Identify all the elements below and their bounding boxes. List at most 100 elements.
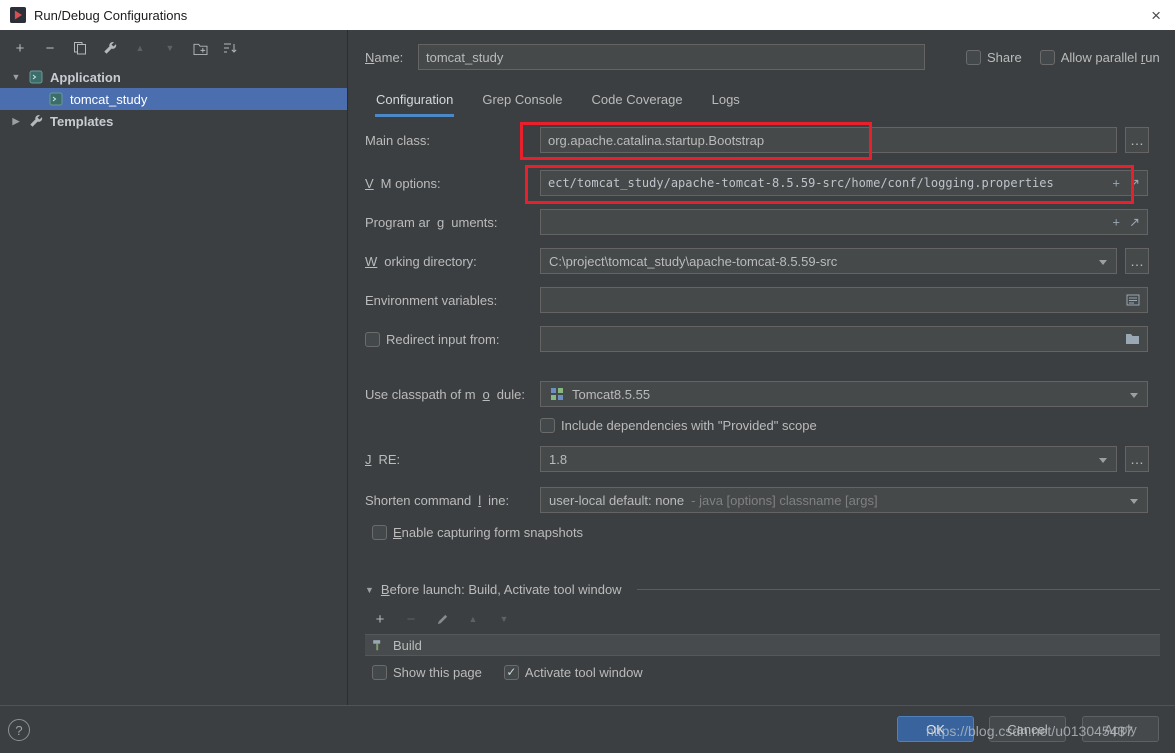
- name-label: Name:: [365, 50, 418, 65]
- folder-icon[interactable]: [1125, 333, 1140, 345]
- collapse-open-icon[interactable]: ▼: [365, 585, 374, 595]
- redirect-input-input[interactable]: [540, 326, 1148, 352]
- tree-item-label: Application: [50, 70, 121, 85]
- vm-options-expand-icon[interactable]: ↗: [1129, 177, 1140, 190]
- checkbox-box: ✓: [504, 665, 519, 680]
- redirect-input-checkbox[interactable]: Redirect input from:: [365, 332, 499, 347]
- dialog-footer: ? OK Cancel Apply: [0, 705, 1175, 753]
- allow-parallel-run-checkbox[interactable]: Allow parallel run: [1040, 50, 1160, 65]
- copy-configuration-icon[interactable]: [72, 40, 88, 56]
- share-checkbox[interactable]: Share: [966, 50, 1022, 65]
- program-arguments-add-icon[interactable]: +: [1112, 216, 1120, 229]
- apply-button[interactable]: Apply: [1082, 716, 1159, 742]
- add-configuration-icon[interactable]: +: [12, 40, 28, 56]
- titlebar: Run/Debug Configurations ×: [0, 0, 1175, 30]
- environment-variables-input[interactable]: [540, 287, 1148, 313]
- include-provided-row: Include dependencies with "Provided" sco…: [365, 415, 817, 435]
- shorten-command-line-value: user-local default: none: [549, 493, 684, 508]
- environment-variables-browse-icon[interactable]: [1126, 294, 1140, 306]
- checkbox-box: [1040, 50, 1055, 65]
- before-launch-task-build[interactable]: Build: [365, 634, 1160, 656]
- dropdown-arrow-icon[interactable]: [1130, 499, 1138, 504]
- dialog-icon: [10, 7, 26, 23]
- sidebar-toolbar: + − ▲ ▼: [0, 30, 347, 66]
- capture-snapshots-checkbox[interactable]: Enable capturing form snapshots: [372, 525, 583, 540]
- tab-configuration[interactable]: Configuration: [375, 86, 454, 117]
- move-task-down-icon[interactable]: ▼: [496, 611, 512, 627]
- tree-closed-icon[interactable]: ▶: [10, 116, 22, 127]
- tab-code-coverage[interactable]: Code Coverage: [591, 86, 684, 117]
- main-class-browse-button[interactable]: …: [1125, 127, 1149, 153]
- jre-combo[interactable]: 1.8: [540, 446, 1117, 472]
- jre-browse-button[interactable]: …: [1125, 446, 1149, 472]
- program-arguments-expand-icon[interactable]: ↗: [1129, 216, 1140, 229]
- working-directory-row: Working directory: C:\project\tomcat_stu…: [365, 248, 1149, 274]
- section-divider: [637, 589, 1160, 590]
- sidebar-item-templates[interactable]: ▶ Templates: [0, 110, 347, 132]
- help-icon[interactable]: ?: [8, 719, 30, 741]
- vm-options-input[interactable]: [540, 170, 1148, 196]
- activate-tool-window-checkbox[interactable]: ✓ Activate tool window: [504, 665, 643, 680]
- main-class-label: Main class:: [365, 133, 540, 148]
- sidebar-item-tomcat-study[interactable]: tomcat_study: [0, 88, 347, 110]
- vm-options-add-icon[interactable]: +: [1112, 177, 1120, 190]
- remove-configuration-icon[interactable]: −: [42, 40, 58, 56]
- build-task-label: Build: [393, 638, 422, 653]
- shorten-command-line-label: Shorten command line:: [365, 493, 540, 508]
- use-classpath-label: Use classpath of module:: [365, 387, 540, 402]
- before-launch-header[interactable]: ▼ Before launch: Build, Activate tool wi…: [365, 582, 1160, 597]
- show-this-page-label: Show this page: [393, 665, 482, 680]
- program-arguments-label: Program arguments:: [365, 215, 540, 230]
- dropdown-arrow-icon[interactable]: [1099, 260, 1107, 265]
- tree-open-icon[interactable]: ▼: [10, 72, 22, 82]
- name-input[interactable]: [418, 44, 925, 70]
- use-classpath-row: Use classpath of module: Tomcat8.5.55: [365, 381, 1148, 407]
- edit-task-pencil-icon[interactable]: [434, 611, 450, 627]
- program-arguments-row: Program arguments: + ↗: [365, 209, 1148, 235]
- include-provided-checkbox[interactable]: Include dependencies with "Provided" sco…: [540, 418, 817, 433]
- edit-templates-wrench-icon[interactable]: [102, 40, 118, 56]
- working-directory-combo[interactable]: C:\project\tomcat_study\apache-tomcat-8.…: [540, 248, 1117, 274]
- main-class-input[interactable]: [540, 127, 1117, 153]
- shorten-command-line-hint: - java [options] classname [args]: [691, 493, 877, 508]
- remove-task-icon[interactable]: −: [403, 611, 419, 627]
- working-directory-browse-button[interactable]: …: [1125, 248, 1149, 274]
- show-this-page-checkbox[interactable]: Show this page: [372, 665, 482, 680]
- jre-row: JRE: 1.8 …: [365, 446, 1149, 472]
- tab-grep-console[interactable]: Grep Console: [481, 86, 563, 117]
- activate-tool-window-label: Activate tool window: [525, 665, 643, 680]
- checkbox-box: [540, 418, 555, 433]
- program-arguments-input[interactable]: [540, 209, 1148, 235]
- before-launch-label: Before launch: Build, Activate tool wind…: [381, 582, 622, 597]
- sort-configurations-icon[interactable]: [222, 40, 238, 56]
- before-launch-toolbar: + − ▲ ▼: [365, 608, 512, 630]
- sidebar-item-application-group[interactable]: ▼ Application: [0, 66, 347, 88]
- capture-snapshots-label: Enable capturing form snapshots: [393, 525, 583, 540]
- move-task-up-icon[interactable]: ▲: [465, 611, 481, 627]
- add-task-icon[interactable]: +: [372, 611, 388, 627]
- capture-snapshots-row: Enable capturing form snapshots: [365, 522, 583, 542]
- ok-button[interactable]: OK: [897, 716, 974, 742]
- configurations-sidebar: + − ▲ ▼ ▼ Application: [0, 30, 348, 705]
- move-down-icon[interactable]: ▼: [162, 40, 178, 56]
- tree-item-label: tomcat_study: [70, 92, 147, 107]
- move-up-icon[interactable]: ▲: [132, 40, 148, 56]
- use-classpath-combo[interactable]: Tomcat8.5.55: [540, 381, 1148, 407]
- shorten-command-line-combo[interactable]: user-local default: none - java [options…: [540, 487, 1148, 513]
- jre-label: JRE:: [365, 452, 540, 467]
- configuration-tabs: Configuration Grep Console Code Coverage…: [375, 86, 741, 117]
- run-configuration-icon: [48, 91, 64, 107]
- templates-wrench-icon: [28, 113, 44, 129]
- environment-variables-label: Environment variables:: [365, 293, 540, 308]
- dropdown-arrow-icon[interactable]: [1099, 458, 1107, 463]
- dropdown-arrow-icon[interactable]: [1130, 393, 1138, 398]
- name-row: Name: Share Allow parallel run: [365, 44, 1160, 70]
- include-provided-label: Include dependencies with "Provided" sco…: [561, 418, 817, 433]
- tab-logs[interactable]: Logs: [711, 86, 741, 117]
- checkbox-box: [365, 332, 380, 347]
- working-directory-label: Working directory:: [365, 254, 540, 269]
- close-icon[interactable]: ×: [1147, 7, 1165, 24]
- working-directory-value: C:\project\tomcat_study\apache-tomcat-8.…: [549, 254, 837, 269]
- new-folder-icon[interactable]: [192, 40, 208, 56]
- cancel-button[interactable]: Cancel: [989, 716, 1066, 742]
